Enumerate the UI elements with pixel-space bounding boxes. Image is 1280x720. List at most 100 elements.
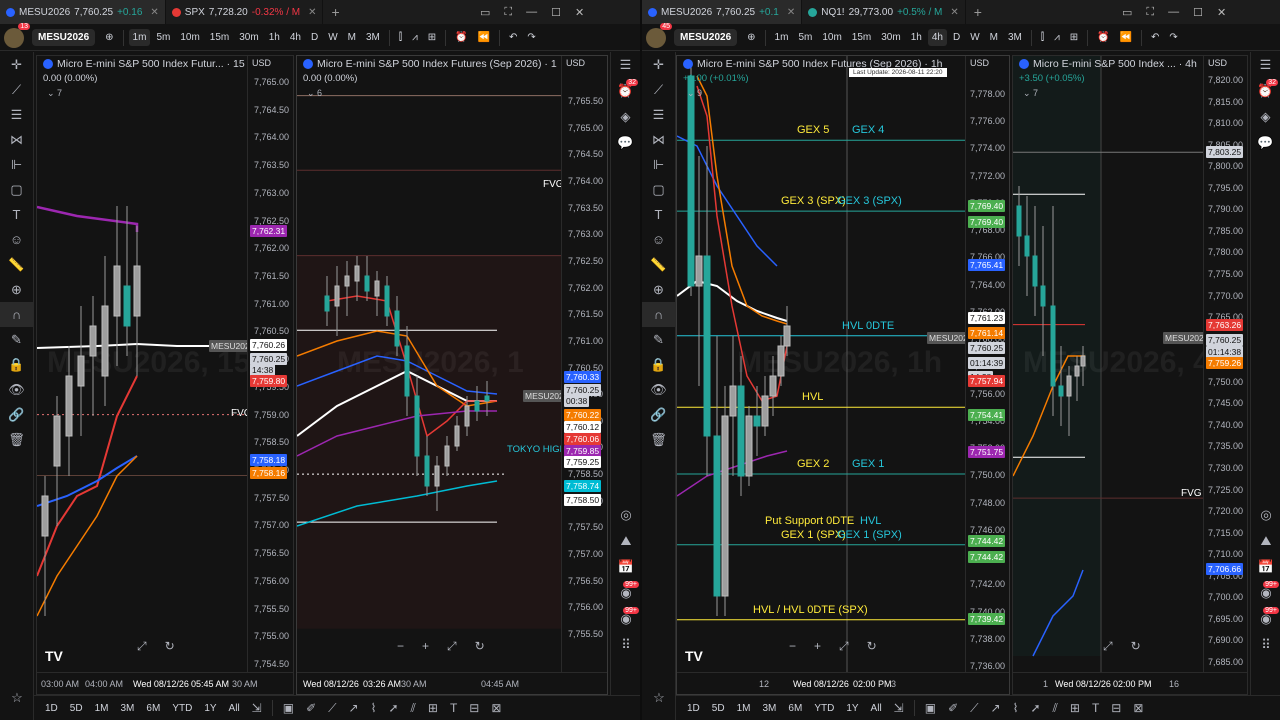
redo-icon[interactable]: ↷ <box>523 29 539 46</box>
range-5d[interactable]: 5D <box>707 701 730 716</box>
interval-1m[interactable]: 1m <box>771 29 793 46</box>
maximize-icon[interactable]: ☐ <box>551 6 561 19</box>
watchlist-icon[interactable]: ☰ <box>611 52 640 78</box>
rectangle-tool-icon[interactable]: ▣ <box>278 701 299 715</box>
chart-canvas[interactable] <box>297 56 563 674</box>
path-icon[interactable]: ⌇ <box>366 701 382 715</box>
indicators-icon[interactable]: ⩘ <box>408 29 422 46</box>
fullscreen-icon[interactable]: ⛶ <box>504 6 512 19</box>
interval-3m[interactable]: 3M <box>1004 29 1026 46</box>
interval-1h[interactable]: 1h <box>265 29 284 46</box>
new-tab-icon[interactable]: + <box>323 4 347 20</box>
chat-icon[interactable]: 💬 <box>611 130 640 156</box>
time-axis[interactable]: 12 Wed 08/12/26 02:00 PM 3 <box>677 672 1009 694</box>
emoji-icon[interactable]: ☺ <box>642 227 675 252</box>
alert-icon[interactable]: ⏰ <box>451 29 471 46</box>
fit-icon[interactable]: ⤢ <box>137 639 147 654</box>
trendline-icon[interactable]: ⟋ <box>642 77 675 102</box>
text-tool-icon[interactable]: T <box>445 701 462 715</box>
grid-icon[interactable]: ⊞ <box>1065 701 1085 715</box>
range-6m[interactable]: 6M <box>141 701 165 716</box>
tab-mesu2026[interactable]: MESU2026 7,760.25 +0.1 ✕ <box>642 0 803 24</box>
range-ytd[interactable]: YTD <box>809 701 839 716</box>
crosshair-icon[interactable]: ✛ <box>642 52 675 77</box>
indicator-toggle[interactable]: ⌄ 9 <box>687 88 702 99</box>
compare-icon[interactable]: ⊕ <box>743 29 759 46</box>
interval-15m[interactable]: 15m <box>848 29 875 46</box>
grid-icon[interactable]: ⊞ <box>423 701 443 715</box>
close-icon[interactable]: ✕ <box>950 7 958 18</box>
range-1y[interactable]: 1Y <box>841 701 863 716</box>
forecast-icon[interactable]: ⊩ <box>642 152 675 177</box>
fit-icon[interactable]: ⤢ <box>1103 639 1113 654</box>
price-axis[interactable]: USD 7,778.007,776.007,774.007,772.007,77… <box>965 56 1009 672</box>
new-tab-icon[interactable]: + <box>966 4 990 20</box>
undo-icon[interactable]: ↶ <box>505 29 521 46</box>
ruler-icon[interactable]: 📏 <box>642 252 675 277</box>
channel-icon[interactable]: ⫽ <box>1048 701 1063 716</box>
watchlist-icon[interactable]: ☰ <box>1251 52 1280 78</box>
tab-mesu2026[interactable]: MESU2026 7,760.25 +0.16 ✕ <box>0 0 166 24</box>
channel-icon[interactable]: ⫽ <box>406 701 421 716</box>
notification-icon[interactable]: ◉ 99+ <box>611 606 640 632</box>
interval-w[interactable]: W <box>966 29 983 46</box>
zoom-in-icon[interactable]: + <box>814 639 821 654</box>
interval-10m[interactable]: 10m <box>176 29 203 46</box>
tab-nq1[interactable]: NQ1! 29,773.00 +0.5% / M ✕ <box>802 0 966 24</box>
chart-canvas[interactable] <box>37 56 247 674</box>
interval-4h[interactable]: 4h <box>286 29 305 46</box>
chart-pane-4h[interactable]: MESU2026, 4h Micro E-mini S&P 500 Index … <box>1012 55 1248 695</box>
text-icon[interactable]: T <box>642 202 675 227</box>
interval-30m[interactable]: 30m <box>877 29 904 46</box>
star-icon[interactable]: ☆ <box>0 685 34 710</box>
price-axis[interactable]: USD 7,820.00 7,815.00 7,810.00 7,805.00 7,80… <box>1203 56 1247 672</box>
interval-m[interactable]: M <box>344 29 360 46</box>
redo-icon[interactable]: ↷ <box>1165 29 1181 46</box>
currency-label[interactable]: USD <box>970 58 989 68</box>
zoom-icon[interactable]: ⊕ <box>642 277 675 302</box>
magnet-icon[interactable]: ∩ <box>0 302 33 327</box>
alerts-icon[interactable]: ⏰ 32 <box>1251 78 1280 104</box>
range-1d[interactable]: 1D <box>682 701 705 716</box>
reset-icon[interactable]: ↻ <box>1131 639 1141 654</box>
line-icon[interactable]: ⟋ <box>323 701 341 716</box>
magnet-icon[interactable]: ∩ <box>642 302 675 327</box>
chart-pane-1m[interactable]: MESU2026, 1 Micro E-mini S&P 500 Index F… <box>296 55 608 695</box>
text-tool-icon[interactable]: T <box>1087 701 1104 715</box>
close-icon[interactable]: ✕ <box>150 7 158 18</box>
fib-icon[interactable]: ☰ <box>642 102 675 127</box>
bar-style-icon[interactable]: ⫿ <box>1037 29 1048 46</box>
interval-4h[interactable]: 4h <box>927 29 947 46</box>
fib-icon[interactable]: ☰ <box>0 102 33 127</box>
reset-icon[interactable]: ↻ <box>867 639 877 654</box>
replay-icon[interactable]: ⏪ <box>474 29 494 46</box>
time-axis[interactable]: 03:00 AM 04:00 AM Wed 08/12/26 05:45 AM … <box>37 672 293 694</box>
interval-1h[interactable]: 1h <box>907 29 926 46</box>
broadcast-icon[interactable]: ◉ 99+ <box>611 580 640 606</box>
trash-icon[interactable]: 🗑 <box>642 427 675 452</box>
calendar-range-icon[interactable]: ⇲ <box>889 701 909 715</box>
close-icon[interactable]: ✕ <box>787 7 795 18</box>
interval-10m[interactable]: 10m <box>818 29 845 46</box>
target-icon[interactable]: ◎ <box>611 502 640 528</box>
range-1m[interactable]: 1M <box>732 701 756 716</box>
price-axis[interactable]: USD 7,765.00 7,764.50 7,764.00 7,763.50 7,76… <box>247 56 293 672</box>
shape-icon[interactable]: ▢ <box>642 177 675 202</box>
zoom-in-icon[interactable]: + <box>422 639 429 654</box>
ideas-icon[interactable]: ⛰ <box>1251 528 1280 554</box>
ray-icon[interactable]: ↗ <box>986 701 1006 715</box>
eye-icon[interactable]: 👁 <box>642 377 675 402</box>
layout-grid-icon[interactable]: ⊞ <box>1066 29 1082 46</box>
bar-style-icon[interactable]: ⫿ <box>395 29 406 46</box>
rectangle-tool-icon[interactable]: ▣ <box>920 701 941 715</box>
zoom-out-icon[interactable]: − <box>789 639 796 654</box>
eye-icon[interactable]: 👁 <box>0 377 33 402</box>
lock-icon[interactable]: 🔒 <box>642 352 675 377</box>
indicator-toggle[interactable]: ⌄ 7 <box>47 88 62 99</box>
minimize-icon[interactable]: — <box>1168 6 1179 18</box>
interval-w[interactable]: W <box>324 29 341 46</box>
star-icon[interactable]: ☆ <box>642 685 676 710</box>
indicator-toggle[interactable]: ⌄ 6 <box>307 88 322 99</box>
layout-icon[interactable]: ▭ <box>1122 6 1132 19</box>
chart-canvas[interactable] <box>1013 56 1205 674</box>
